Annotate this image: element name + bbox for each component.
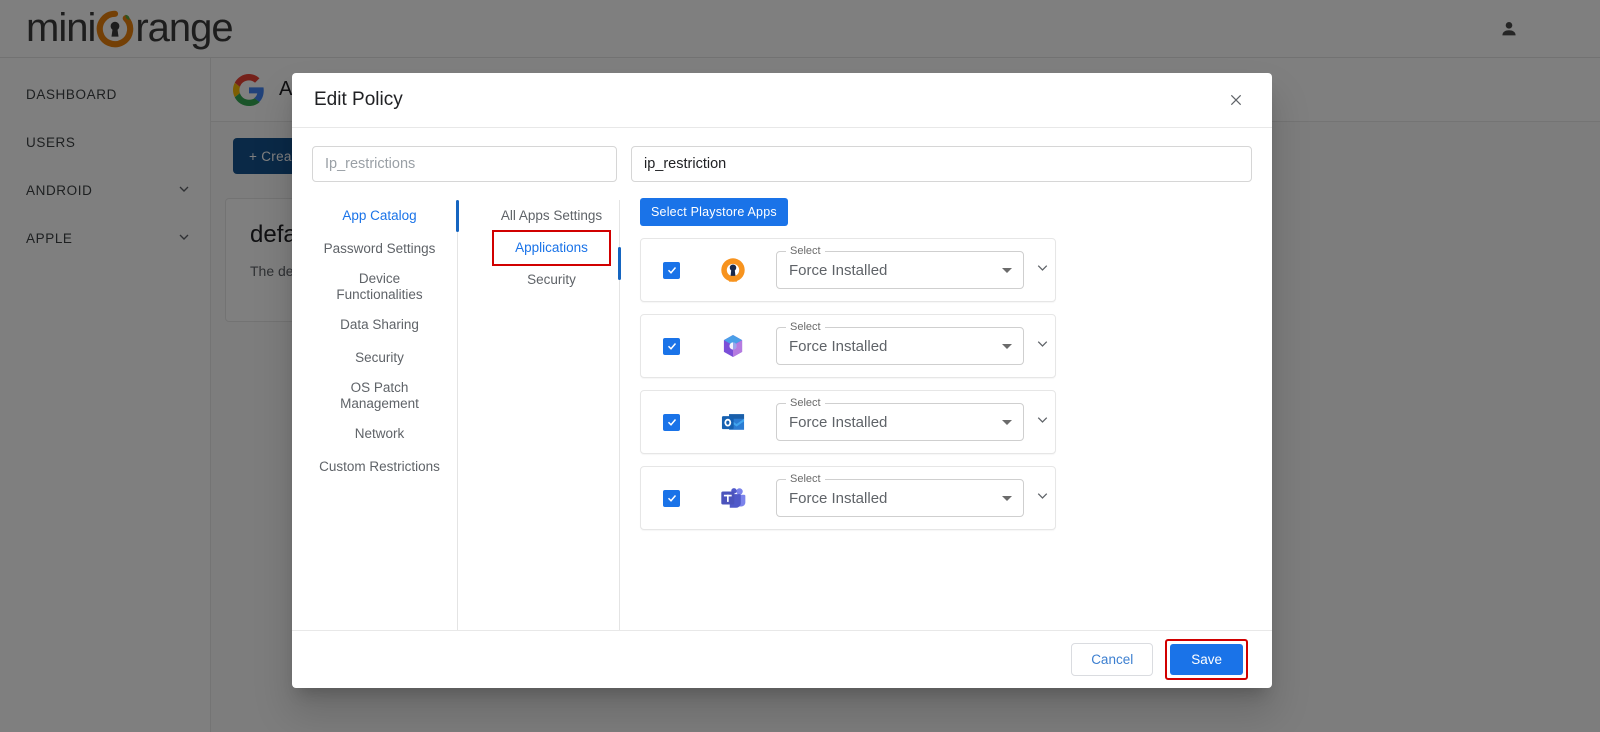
dialog-header: Edit Policy — [292, 73, 1272, 128]
dialog-title: Edit Policy — [314, 89, 403, 110]
select-label: Select — [786, 245, 825, 257]
active-tab-indicator — [456, 200, 459, 232]
dialog-body: App Catalog Password Settings Device Fun… — [292, 190, 1272, 630]
select-playstore-apps-button[interactable]: Select Playstore Apps — [640, 198, 788, 226]
policy-fields-row — [292, 128, 1272, 190]
app-checkbox[interactable] — [663, 261, 680, 279]
save-button[interactable]: Save — [1170, 644, 1243, 675]
cancel-button[interactable]: Cancel — [1071, 643, 1154, 676]
subtab-applications[interactable]: Applications — [492, 230, 611, 266]
expand-row-chevron-icon[interactable] — [1034, 335, 1051, 357]
select-label: Select — [786, 321, 825, 333]
expand-row-chevron-icon[interactable] — [1034, 259, 1051, 281]
app-checkbox[interactable] — [663, 413, 680, 431]
install-mode-select[interactable]: Select Force Installed — [776, 473, 1024, 517]
dropdown-arrow-icon — [1002, 343, 1012, 349]
app-checkbox[interactable] — [663, 489, 680, 507]
tab-network[interactable]: Network — [312, 418, 447, 451]
save-button-highlight: Save — [1165, 639, 1248, 680]
microsoft-365-icon — [720, 333, 746, 359]
install-mode-select[interactable]: Select Force Installed — [776, 245, 1024, 289]
active-subtab-indicator — [618, 247, 621, 280]
dropdown-arrow-icon — [1002, 495, 1012, 501]
tab-security[interactable]: Security — [312, 342, 447, 375]
tab-custom-restrictions[interactable]: Custom Restrictions — [312, 451, 447, 484]
edit-policy-dialog: Edit Policy App Catalog Password Setting… — [292, 73, 1272, 688]
dialog-footer: Cancel Save — [292, 630, 1272, 688]
tab-app-catalog[interactable]: App Catalog — [312, 200, 447, 233]
expand-row-chevron-icon[interactable] — [1034, 487, 1051, 509]
policy-description-input[interactable] — [631, 146, 1252, 182]
select-label: Select — [786, 473, 825, 485]
primary-tab-list: App Catalog Password Settings Device Fun… — [312, 190, 447, 630]
app-row: Select Force Installed — [640, 238, 1056, 302]
tab-os-patch-management[interactable]: OS Patch Management — [312, 375, 447, 418]
secondary-tab-list: All Apps Settings Applications Security — [492, 190, 611, 630]
subtab-all-apps-settings[interactable]: All Apps Settings — [494, 200, 609, 232]
select-label: Select — [786, 397, 825, 409]
install-mode-value: Force Installed — [789, 489, 888, 507]
outlook-icon — [720, 409, 746, 435]
app-row: Select Force Installed — [640, 390, 1056, 454]
install-mode-select[interactable]: Select Force Installed — [776, 397, 1024, 441]
app-row: Select Force Installed — [640, 314, 1056, 378]
primary-tab-divider — [456, 200, 459, 630]
install-mode-select[interactable]: Select Force Installed — [776, 321, 1024, 365]
app-row: Select Force Installed — [640, 466, 1056, 530]
policy-name-input[interactable] — [312, 146, 617, 182]
app-checkbox[interactable] — [663, 337, 680, 355]
dropdown-arrow-icon — [1002, 419, 1012, 425]
subtab-security[interactable]: Security — [494, 264, 609, 296]
install-mode-value: Force Installed — [789, 413, 888, 431]
expand-row-chevron-icon[interactable] — [1034, 411, 1051, 433]
openvpn-icon — [720, 257, 746, 283]
dropdown-arrow-icon — [1002, 267, 1012, 273]
close-icon[interactable] — [1222, 86, 1250, 114]
install-mode-value: Force Installed — [789, 337, 888, 355]
applications-panel: Select Playstore Apps Select Force Insta… — [620, 190, 1272, 630]
microsoft-teams-icon — [720, 485, 746, 511]
secondary-tab-divider — [618, 200, 621, 630]
tab-password-settings[interactable]: Password Settings — [312, 233, 447, 266]
tab-device-functionalities[interactable]: Device Functionalities — [312, 266, 447, 309]
tab-data-sharing[interactable]: Data Sharing — [312, 309, 447, 342]
install-mode-value: Force Installed — [789, 261, 888, 279]
